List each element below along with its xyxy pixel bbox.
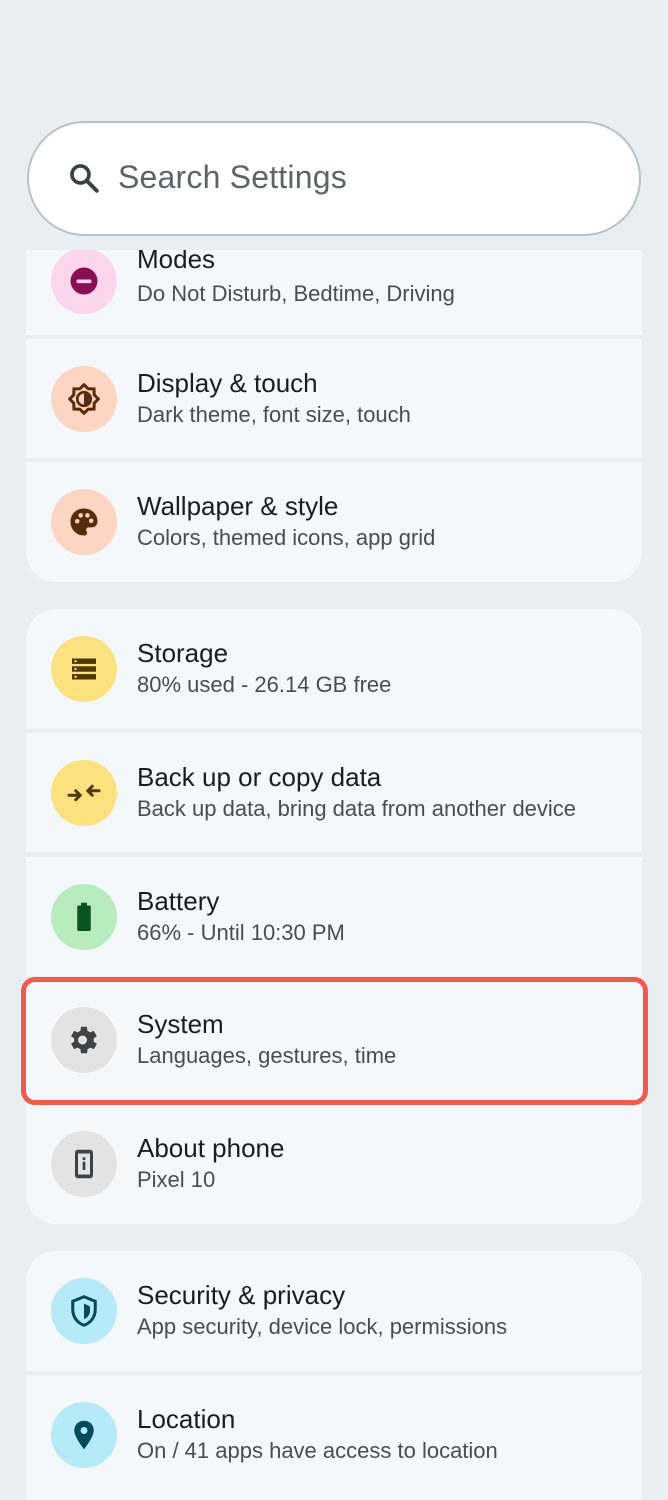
settings-item-wallpaper[interactable]: Wallpaper & style Colors, themed icons, … — [26, 462, 642, 582]
gear-icon — [71, 1026, 97, 1054]
location-icon-circle — [51, 1402, 117, 1468]
settings-item-modes[interactable]: Modes Do Not Disturb, Bedtime, Driving — [26, 250, 642, 335]
palette-icon — [70, 508, 98, 536]
storage-icon-circle — [51, 636, 117, 702]
item-title: Display & touch — [137, 368, 318, 398]
item-subtitle: 80% used - 26.14 GB free — [137, 672, 392, 697]
item-subtitle: Back up data, bring data from another de… — [137, 796, 577, 821]
backup-icon-circle — [51, 760, 117, 826]
item-title: About phone — [137, 1133, 285, 1163]
item-title: Battery — [137, 886, 220, 916]
item-title: Wallpaper & style — [137, 491, 339, 521]
search-icon — [70, 164, 99, 193]
settings-item-backup[interactable]: Back up or copy data Back up data, bring… — [26, 733, 642, 852]
settings-item-security[interactable]: Security & privacy App security, device … — [26, 1251, 642, 1371]
item-title: Location — [137, 1404, 236, 1434]
display-icon-circle — [51, 366, 117, 432]
system-icon-circle — [51, 1007, 117, 1073]
modes-icon-circle — [51, 250, 117, 314]
item-subtitle: Languages, gestures, time — [137, 1043, 397, 1068]
wallpaper-icon-circle — [51, 489, 117, 555]
item-title: Back up or copy data — [137, 762, 382, 792]
location-pin-icon — [74, 1420, 94, 1450]
item-subtitle: Colors, themed icons, app grid — [137, 525, 436, 550]
security-icon-circle — [51, 1278, 117, 1344]
item-title: Security & privacy — [137, 1280, 346, 1310]
item-subtitle: App security, device lock, permissions — [137, 1314, 508, 1339]
backup-transfer-icon — [67, 784, 101, 802]
settings-item-storage[interactable]: Storage 80% used - 26.14 GB free — [26, 609, 642, 729]
do-not-disturb-icon — [70, 267, 98, 295]
item-subtitle: Do Not Disturb, Bedtime, Driving — [137, 281, 455, 306]
item-subtitle: Pixel 10 — [137, 1167, 216, 1192]
search-bar[interactable]: Search Settings — [27, 121, 641, 236]
item-title: System — [137, 1009, 224, 1039]
battery-icon — [77, 902, 91, 931]
battery-icon-circle — [51, 884, 117, 950]
settings-item-display[interactable]: Display & touch Dark theme, font size, t… — [26, 339, 642, 458]
item-subtitle: 66% - Until 10:30 PM — [137, 920, 345, 945]
item-title: Modes — [137, 250, 216, 274]
shield-icon — [71, 1295, 97, 1327]
search-placeholder: Search Settings — [118, 159, 347, 195]
settings-item-about-phone[interactable]: About phone Pixel 10 — [26, 1104, 642, 1224]
settings-item-system[interactable]: System Languages, gestures, time — [26, 980, 642, 1100]
brightness-icon — [67, 382, 101, 416]
item-title: Storage — [137, 638, 229, 668]
item-subtitle: Dark theme, font size, touch — [137, 402, 411, 427]
storage-icon — [72, 658, 96, 680]
settings-item-battery[interactable]: Battery 66% - Until 10:30 PM — [26, 857, 642, 976]
item-subtitle: On / 41 apps have access to location — [137, 1438, 498, 1463]
settings-item-location[interactable]: Location On / 41 apps have access to loc… — [26, 1375, 642, 1500]
about-phone-icon-circle — [51, 1131, 117, 1197]
phone-info-icon — [75, 1149, 93, 1179]
